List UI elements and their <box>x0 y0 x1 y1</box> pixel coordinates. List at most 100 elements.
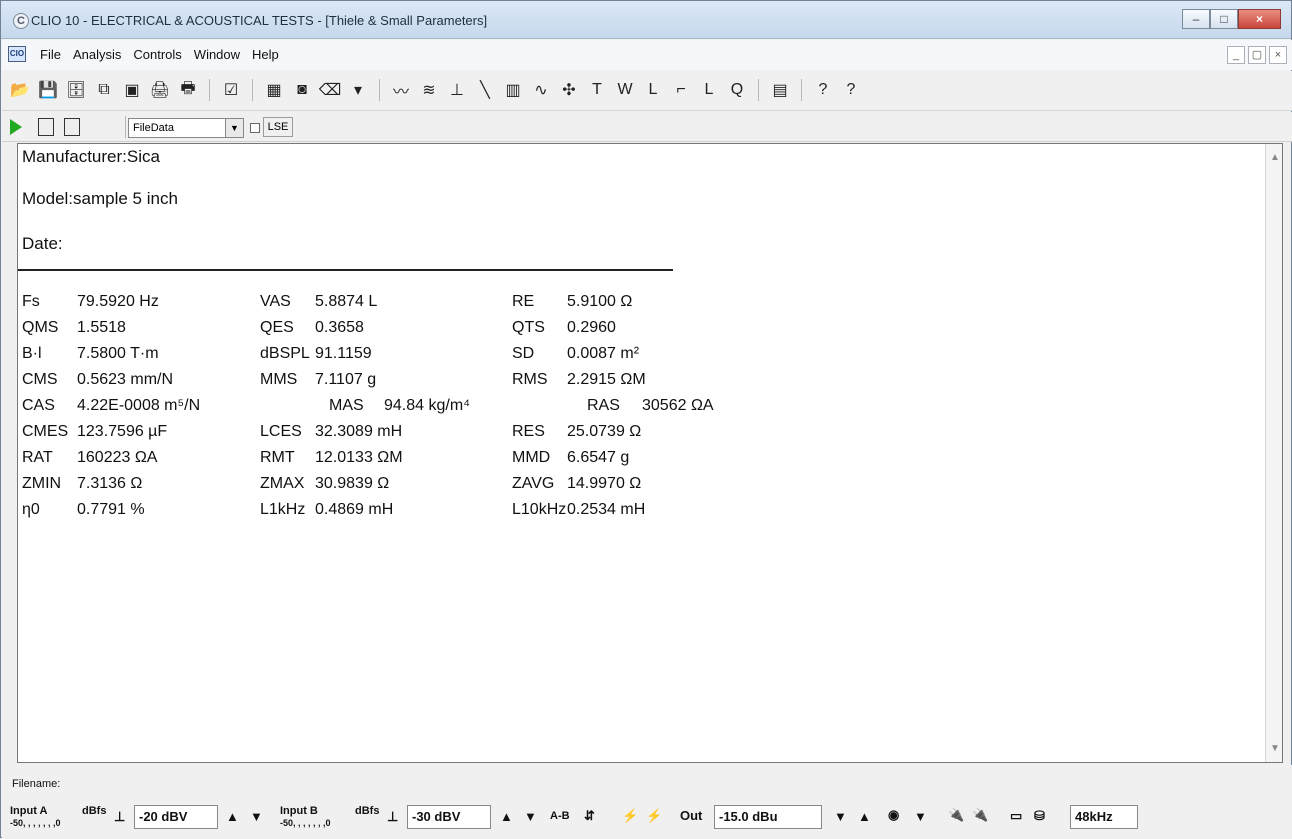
monitor-icon[interactable]: ▤ <box>770 80 790 100</box>
manufacturer-text: Manufacturer:Sica <box>22 147 160 166</box>
battery-icon[interactable]: ▭ <box>1010 808 1022 824</box>
param-value: 2.2915 ΩM <box>567 371 646 388</box>
close-button[interactable]: × <box>1238 9 1281 29</box>
input-b-impulse-icon[interactable]: ⊥ <box>387 809 398 825</box>
param-value: 6.6547 g <box>567 449 630 466</box>
scroll-down-icon[interactable]: ▼ <box>1270 743 1280 754</box>
param-symbol: ZAVG <box>512 475 555 492</box>
child-minimize-button[interactable]: _ <box>1227 46 1245 64</box>
save-icon[interactable]: 💾 <box>38 80 58 100</box>
parameter-sd: SD 0.0087 m² <box>512 345 639 363</box>
bars-icon[interactable]: ▥ <box>503 80 523 100</box>
menu-analysis[interactable]: Analysis <box>73 47 121 62</box>
param-value: 32.3089 mH <box>315 423 403 440</box>
output-level-field[interactable]: -15.0 dBu <box>714 805 822 829</box>
input-b-up-icon[interactable]: ▲ <box>500 809 513 824</box>
input-a-label: Input A <box>10 805 48 817</box>
phantom-b-icon[interactable]: ⚡ <box>646 808 662 824</box>
param-symbol: MMD <box>512 449 551 466</box>
parameter-bl: B·l 7.5800 T·m <box>22 345 159 363</box>
input-a-scale: -50, , , , , , ,0 <box>10 818 61 828</box>
parameter-qes: QES 0.3658 <box>260 319 364 337</box>
param-symbol: B·l <box>22 345 42 362</box>
help-icon[interactable]: ? <box>813 80 833 100</box>
phantom-a-icon[interactable]: ⚡ <box>622 808 638 824</box>
speaker-icon[interactable]: ◉ <box>888 807 899 823</box>
open-icon[interactable]: 📂 <box>10 80 30 100</box>
param-value: 4.22E-0008 m⁵/N <box>77 397 201 414</box>
minimize-button[interactable]: – <box>1182 9 1210 29</box>
camera-icon[interactable]: ◙ <box>292 80 312 100</box>
ab-button[interactable]: A-B <box>550 811 570 822</box>
document-icon[interactable]: CIO <box>8 46 26 62</box>
dropdown-icon[interactable]: ▾ <box>348 80 368 100</box>
device-icon[interactable]: ⛁ <box>1034 808 1045 824</box>
param-symbol: VAS <box>260 293 291 310</box>
output-up-icon[interactable]: ▲ <box>858 809 871 824</box>
context-help-icon[interactable]: ? <box>841 80 861 100</box>
lse-checkbox[interactable] <box>250 123 260 133</box>
step-icon[interactable]: ⌐ <box>671 80 691 100</box>
input-b-level-field[interactable]: -30 dBV <box>407 805 491 829</box>
play-icon[interactable] <box>10 119 22 135</box>
input-b-down-icon[interactable]: ▼ <box>524 809 537 824</box>
eraser-icon[interactable]: ⌫ <box>319 80 342 100</box>
lr-icon[interactable]: L <box>699 80 719 100</box>
title-bar: C CLIO 10 - ELECTRICAL & ACOUSTICAL TEST… <box>1 1 1291 39</box>
sample-rate-field[interactable]: 48kHz <box>1070 805 1138 829</box>
input-a-level-field[interactable]: -20 dBV <box>134 805 218 829</box>
scroll-up-icon[interactable]: ▲ <box>1270 152 1280 163</box>
speaker-dropdown-icon[interactable]: ▼ <box>914 809 927 824</box>
param-value: 0.7791 % <box>77 501 145 518</box>
settings-icon[interactable] <box>64 118 80 136</box>
chevron-down-icon[interactable]: ▼ <box>225 119 243 137</box>
child-restore-button[interactable]: ▢ <box>1248 46 1266 64</box>
print-preview-icon[interactable]: 🖨 <box>150 80 170 100</box>
copy-icon[interactable]: ⧉ <box>94 80 114 100</box>
rotate-icon[interactable]: ✣ <box>559 80 579 100</box>
parameter-rms: RMS 2.2915 ΩM <box>512 371 646 389</box>
parameter-l10khz: L10kHz0.2534 mH <box>512 501 645 519</box>
param-symbol: QES <box>260 319 294 336</box>
checklist-icon[interactable]: ☑ <box>221 80 241 100</box>
slope-icon[interactable]: ╲ <box>475 80 495 100</box>
leq-icon[interactable]: L <box>643 80 663 100</box>
main-toolbar: 📂 💾 🗄 ⧉ ▣ 🖨 🖶 ☑ ▦ ◙ ⌫ ▾ 〰 ≋ ⊥ ╲ ▥ ∿ ✣ T … <box>2 71 1292 111</box>
wf-icon[interactable]: W <box>615 80 635 100</box>
filename-label: Filename: <box>12 778 61 790</box>
waterfall-icon[interactable]: ≋ <box>419 80 439 100</box>
child-window-controls: _ ▢ × <box>1227 46 1287 64</box>
save-all-icon[interactable]: 🗄 <box>66 80 86 100</box>
probe-b-icon[interactable]: 🔌 <box>972 807 988 823</box>
parameter-ras: RAS 30562 ΩA <box>587 397 714 415</box>
print-icon[interactable]: 🖶 <box>178 80 198 100</box>
file-data-select[interactable]: FileData ▼ <box>128 118 244 138</box>
lse-button[interactable]: LSE <box>263 117 293 137</box>
autorange-icon[interactable]: ⇵ <box>584 808 595 824</box>
sine-icon[interactable]: ∿ <box>531 80 551 100</box>
parameter-fs: Fs 79.5920 Hz <box>22 293 159 311</box>
param-value: 123.7596 µF <box>77 423 168 440</box>
export-icon[interactable]: ▣ <box>122 80 142 100</box>
control-separator <box>125 116 126 138</box>
output-down-icon[interactable]: ▼ <box>834 809 847 824</box>
param-value: 25.0739 Ω <box>567 423 642 440</box>
menu-window[interactable]: Window <box>194 47 240 62</box>
input-a-impulse-icon[interactable]: ⊥ <box>114 809 125 825</box>
impulse-icon[interactable]: ⊥ <box>447 80 467 100</box>
menu-file[interactable]: File <box>40 47 61 62</box>
input-a-down-icon[interactable]: ▼ <box>250 809 263 824</box>
ts-icon[interactable]: T <box>587 80 607 100</box>
vertical-scrollbar[interactable]: ▲ ▼ <box>1265 144 1282 762</box>
child-close-button[interactable]: × <box>1269 46 1287 64</box>
input-a-up-icon[interactable]: ▲ <box>226 809 239 824</box>
menu-controls[interactable]: Controls <box>133 47 181 62</box>
chart-icon[interactable]: 〰 <box>391 80 411 101</box>
maximize-button[interactable]: □ <box>1210 9 1238 29</box>
parameter-dbspl: dBSPL 91.1159 <box>260 345 372 363</box>
probe-a-icon[interactable]: 🔌 <box>948 807 964 823</box>
film-icon[interactable]: ▦ <box>264 80 284 100</box>
menu-help[interactable]: Help <box>252 47 279 62</box>
qc-icon[interactable]: Q <box>727 80 747 100</box>
measurement-icon[interactable] <box>38 118 54 136</box>
